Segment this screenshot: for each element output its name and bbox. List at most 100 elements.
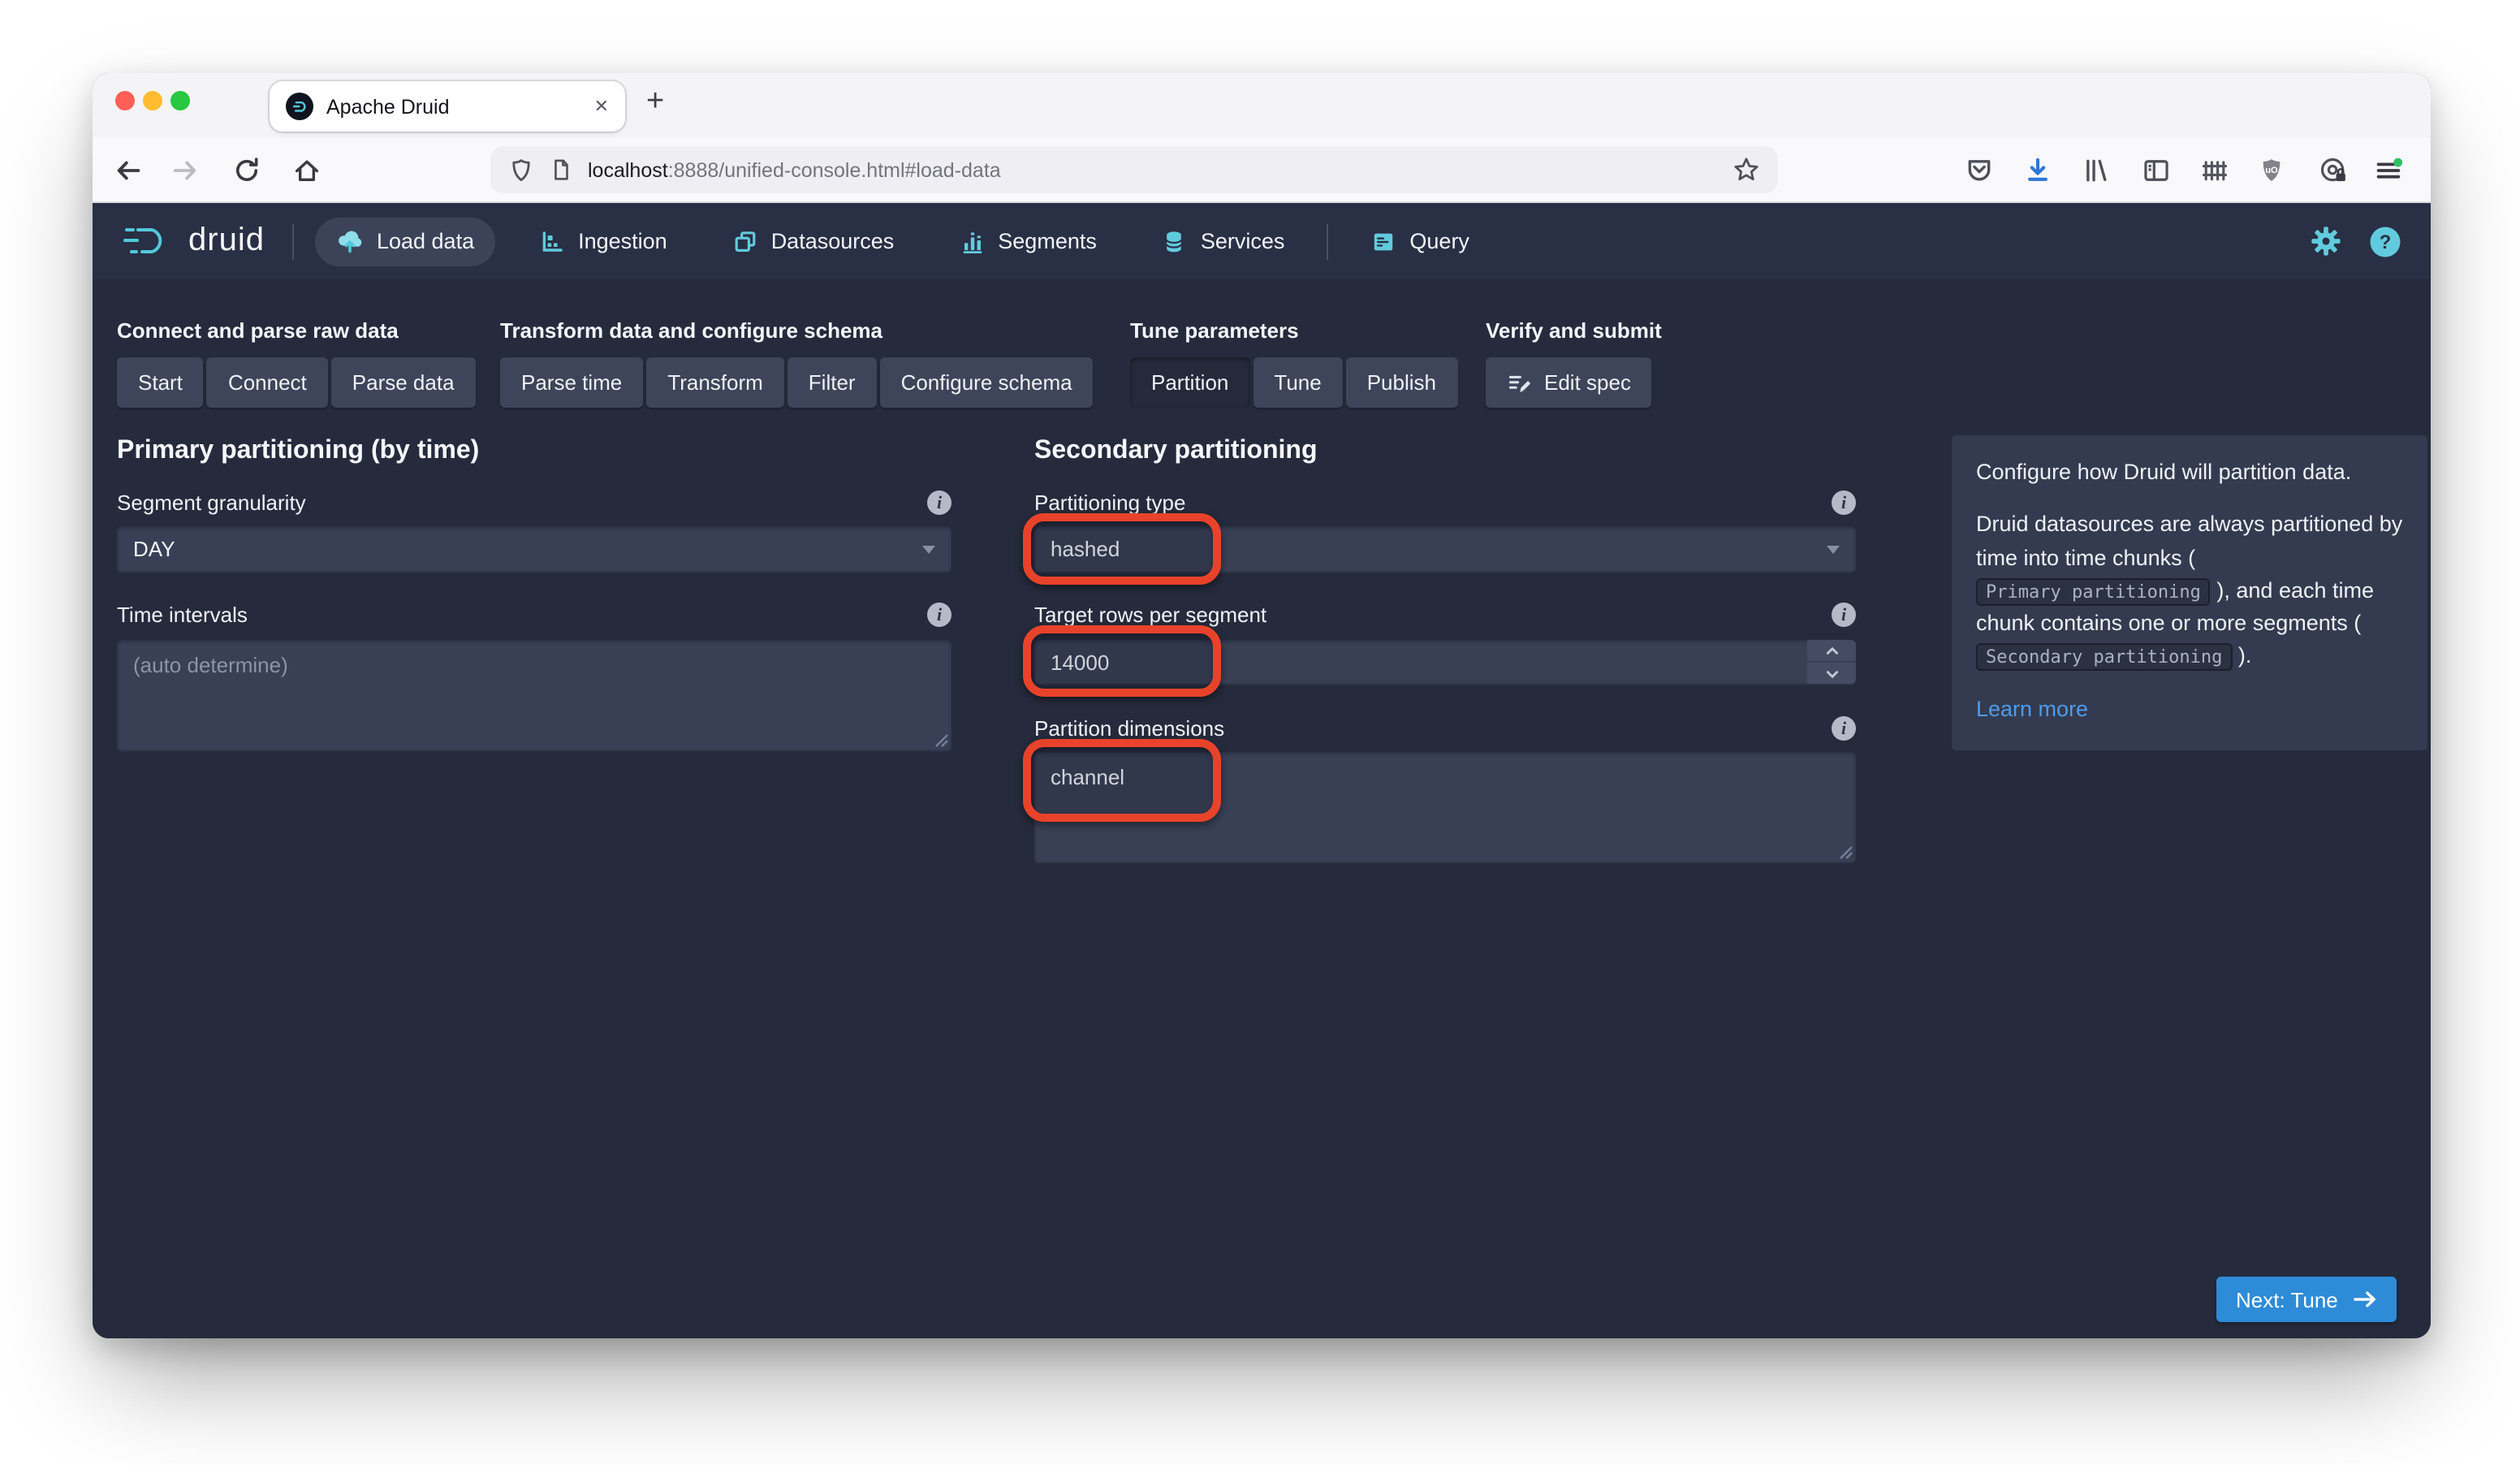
number-stepper bbox=[1807, 640, 1856, 684]
step-group-title: Transform data and configure schema bbox=[500, 318, 883, 343]
step-button-parse-data[interactable]: Parse data bbox=[330, 357, 476, 408]
highlight-partition-dimensions bbox=[1023, 739, 1221, 822]
highlight-target-rows bbox=[1023, 625, 1221, 697]
time-intervals-label: Time intervals bbox=[117, 603, 248, 627]
library-icon[interactable] bbox=[2082, 156, 2111, 185]
druid-navbar: druid Load data Ingestion Datasources Se… bbox=[93, 203, 2431, 279]
services-icon bbox=[1166, 231, 1183, 252]
settings-gear-icon[interactable] bbox=[2311, 226, 2341, 257]
forward-icon[interactable] bbox=[170, 156, 200, 185]
window-close-button[interactable] bbox=[115, 91, 135, 110]
resize-grip-icon[interactable] bbox=[932, 731, 948, 747]
desktop: Apache Druid ✕ + localhost:8888/unified-… bbox=[0, 0, 2520, 1465]
home-icon[interactable] bbox=[292, 156, 321, 185]
next-tune-button[interactable]: Next: Tune bbox=[2216, 1277, 2397, 1322]
step-button-filter[interactable]: Filter bbox=[787, 357, 877, 408]
druid-logo-icon bbox=[123, 228, 162, 253]
nav-item-load-data[interactable]: Load data bbox=[314, 217, 496, 266]
browser-window: Apache Druid ✕ + localhost:8888/unified-… bbox=[93, 73, 2431, 1338]
resize-grip-icon[interactable] bbox=[1836, 843, 1853, 859]
stepper-up-button[interactable] bbox=[1807, 640, 1856, 661]
nav-item-label: Query bbox=[1409, 229, 1469, 253]
svg-text:?: ? bbox=[2380, 231, 2392, 253]
window-minimize-button[interactable] bbox=[143, 91, 162, 110]
tab-strip: Apache Druid ✕ + bbox=[93, 73, 2431, 138]
reload-icon[interactable] bbox=[232, 156, 261, 185]
section-title: Primary partitioning (by time) bbox=[117, 437, 480, 465]
learn-more-link[interactable]: Learn more bbox=[1976, 696, 2088, 720]
new-tab-button[interactable]: + bbox=[646, 84, 664, 120]
window-zoom-button[interactable] bbox=[170, 91, 190, 110]
datasources-icon bbox=[735, 231, 756, 251]
druid-favicon-icon bbox=[286, 93, 313, 120]
nav-item-datasources[interactable]: Datasources bbox=[711, 217, 916, 266]
help-icon[interactable]: ? bbox=[2369, 225, 2401, 257]
step-button-connect[interactable]: Connect bbox=[206, 357, 328, 408]
bookmark-star-icon[interactable] bbox=[1732, 156, 1760, 184]
info-panel-body: Druid datasources are always partitioned… bbox=[1976, 509, 2403, 674]
step-button-publish[interactable]: Publish bbox=[1345, 357, 1457, 408]
step-group-connect: Start Connect Parse data bbox=[117, 357, 476, 408]
step-group-title: Connect and parse raw data bbox=[117, 318, 399, 343]
time-intervals-textarea[interactable]: (auto determine) bbox=[117, 640, 951, 750]
nav-item-label: Services bbox=[1200, 229, 1285, 253]
nav-item-ingestion[interactable]: Ingestion bbox=[518, 217, 688, 266]
tab-close-icon[interactable]: ✕ bbox=[594, 96, 609, 117]
url-path: :8888/unified-console.html#load-data bbox=[667, 158, 1001, 181]
highlight-partitioning-type bbox=[1023, 513, 1221, 585]
query-icon bbox=[1374, 232, 1393, 250]
stepper-down-button[interactable] bbox=[1807, 663, 1856, 684]
info-icon[interactable]: i bbox=[1832, 490, 1856, 515]
info-text: Druid datasources are always partitioned… bbox=[1976, 512, 2403, 570]
segments-icon bbox=[963, 231, 982, 253]
shield-permissions-icon[interactable] bbox=[508, 157, 534, 183]
druid-logo[interactable]: druid bbox=[115, 221, 271, 261]
info-icon[interactable]: i bbox=[927, 603, 951, 627]
info-icon[interactable]: i bbox=[1832, 603, 1856, 627]
section-title: Secondary partitioning bbox=[1034, 437, 1318, 465]
step-group-title: Verify and submit bbox=[1486, 318, 1662, 343]
info-icon[interactable]: i bbox=[1832, 716, 1856, 741]
tab-apache-druid[interactable]: Apache Druid ✕ bbox=[270, 81, 625, 132]
nav-item-services[interactable]: Services bbox=[1141, 217, 1306, 266]
nav-item-query[interactable]: Query bbox=[1349, 217, 1491, 266]
brand-name: druid bbox=[188, 223, 265, 258]
step-button-parse-time[interactable]: Parse time bbox=[500, 357, 644, 408]
segment-granularity-select[interactable]: DAY bbox=[117, 526, 951, 572]
step-button-edit-spec[interactable]: Edit spec bbox=[1486, 357, 1652, 408]
back-icon[interactable] bbox=[114, 156, 143, 185]
segment-granularity-label: Segment granularity bbox=[117, 490, 306, 515]
menu-hamburger-icon[interactable] bbox=[2374, 156, 2403, 185]
navbar-actions: ? bbox=[2311, 225, 2408, 257]
code-primary-partitioning: Primary partitioning bbox=[1976, 577, 2211, 606]
nav-item-segments[interactable]: Segments bbox=[938, 217, 1118, 266]
target-rows-label: Target rows per segment bbox=[1034, 603, 1267, 627]
cloud-upload-icon bbox=[339, 231, 362, 253]
download-icon[interactable] bbox=[2023, 156, 2052, 185]
step-button-configure-schema[interactable]: Configure schema bbox=[879, 357, 1094, 408]
edit-spec-icon bbox=[1508, 374, 1531, 392]
info-icon[interactable]: i bbox=[927, 490, 951, 515]
extension-fence-icon[interactable] bbox=[2200, 156, 2229, 185]
nav-item-label: Segments bbox=[998, 229, 1097, 253]
pocket-save-icon[interactable] bbox=[1965, 156, 1994, 185]
step-button-tune[interactable]: Tune bbox=[1253, 357, 1343, 408]
step-button-transform[interactable]: Transform bbox=[646, 357, 784, 408]
ublock-origin-icon[interactable]: uO bbox=[2257, 156, 2286, 185]
textarea-placeholder: (auto determine) bbox=[133, 653, 288, 677]
step-button-start[interactable]: Start bbox=[117, 357, 204, 408]
arrow-right-icon bbox=[2353, 1291, 2375, 1307]
nav-item-label: Load data bbox=[376, 229, 475, 253]
tab-title: Apache Druid bbox=[326, 95, 450, 118]
navbar-divider bbox=[1327, 223, 1329, 259]
info-panel-intro: Configure how Druid will partition data. bbox=[1976, 460, 2352, 484]
url-bar[interactable]: localhost:8888/unified-console.html#load… bbox=[490, 146, 1778, 193]
onepassword-icon[interactable] bbox=[2319, 156, 2348, 185]
step-group-title: Tune parameters bbox=[1130, 318, 1299, 343]
sidebar-toggle-icon[interactable] bbox=[2142, 156, 2171, 185]
url-host: localhost bbox=[588, 158, 668, 181]
step-button-partition[interactable]: Partition bbox=[1130, 357, 1250, 408]
svg-text:uO: uO bbox=[2265, 166, 2278, 175]
ingestion-icon bbox=[542, 231, 563, 251]
page-info-icon[interactable] bbox=[549, 158, 573, 182]
